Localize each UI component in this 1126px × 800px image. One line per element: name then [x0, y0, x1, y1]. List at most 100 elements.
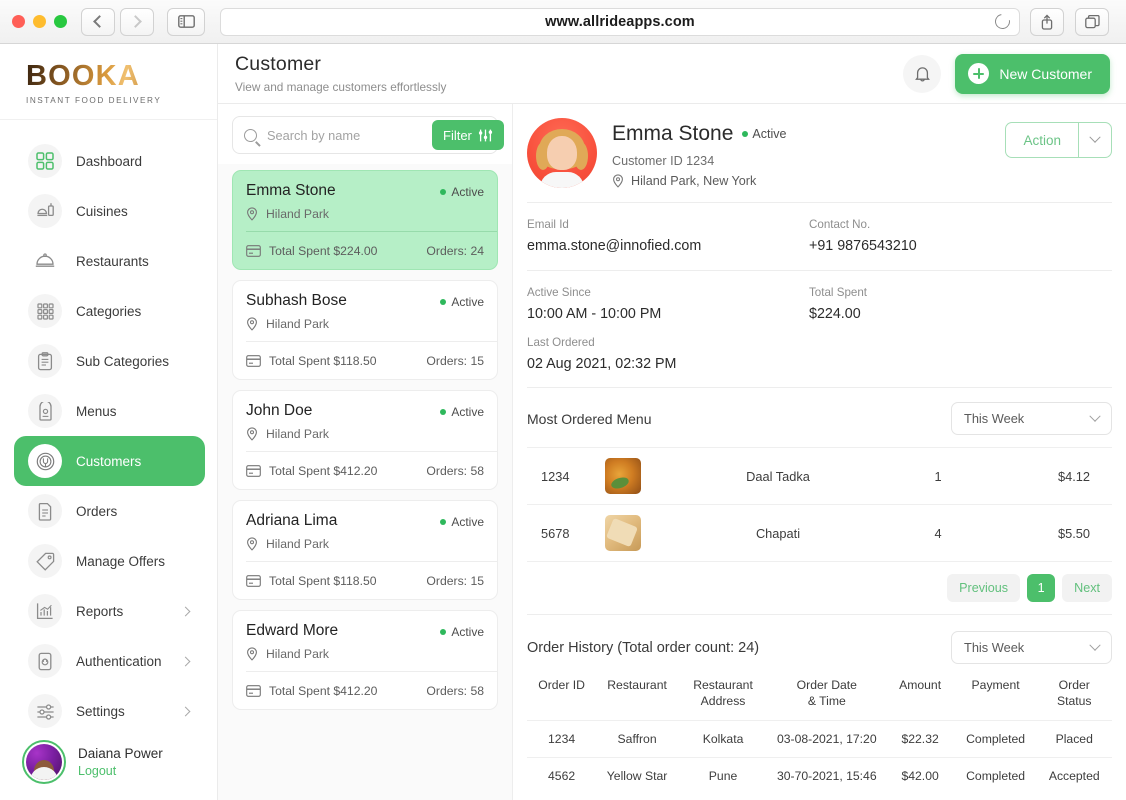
- status-dot-icon: [742, 131, 749, 137]
- total-spent: Total Spent $118.50: [269, 353, 377, 368]
- sidebar-toggle-button[interactable]: [167, 7, 205, 36]
- order-restaurant: Saffron: [596, 719, 678, 758]
- customer-card[interactable]: Subhash Bose Active Hiland Park Total Sp…: [232, 280, 498, 380]
- table-row[interactable]: 4562 Yellow Star Pune 30-70-2021, 15:46 …: [527, 756, 1112, 794]
- table-row[interactable]: 1234 Saffron Kolkata 03-08-2021, 17:20 $…: [527, 719, 1112, 758]
- chevron-down-icon: [1089, 639, 1101, 651]
- browser-toolbar: www.allrideapps.com: [0, 0, 1126, 44]
- logout-link[interactable]: Logout: [78, 764, 163, 778]
- app-root: www.allrideapps.com BOOKA INSTANT FOOD D…: [0, 0, 1126, 800]
- brand-name: BOOKA: [26, 62, 217, 91]
- sidebar-item-restaurants[interactable]: Restaurants: [14, 236, 205, 286]
- search-box[interactable]: Filter: [232, 116, 504, 154]
- brand-logo[interactable]: BOOKA INSTANT FOOD DELIVERY: [0, 44, 217, 120]
- detail-header-text: Emma Stone Active Customer ID 1234 Hilan…: [612, 118, 786, 188]
- sidebar-item-orders[interactable]: Orders: [14, 486, 205, 536]
- pagination-previous-button[interactable]: Previous: [947, 574, 1021, 602]
- pagination-page-1-button[interactable]: 1: [1027, 574, 1056, 602]
- active-since-field: Active Since 10:00 AM - 10:00 PM: [527, 286, 809, 322]
- sidebar-profile[interactable]: Daiana Power Logout: [22, 740, 163, 784]
- new-customer-button[interactable]: New Customer: [955, 53, 1110, 94]
- sidebar-item-customers[interactable]: Customers: [14, 436, 205, 486]
- sidebar-item-label: Reports: [76, 603, 124, 619]
- sidebar-item-cuisines[interactable]: Cuisines: [14, 186, 205, 236]
- order-status: Accepted: [1036, 756, 1112, 794]
- action-caret-button[interactable]: [1078, 122, 1112, 158]
- card-icon: [246, 354, 261, 367]
- sidebar-item-categories[interactable]: Categories: [14, 286, 205, 336]
- detail-customer-id: Customer ID 1234: [612, 154, 715, 168]
- notifications-button[interactable]: [903, 54, 942, 93]
- sidebar-item-settings[interactable]: Settings: [14, 686, 205, 736]
- col-l1: Order ID: [538, 678, 585, 692]
- map-pin-icon: [613, 174, 623, 188]
- menu-item-thumb-cell: [605, 504, 683, 562]
- order-history-header: Order History (Total order count: 24) Th…: [527, 615, 1112, 664]
- status-dot-icon: [440, 189, 447, 195]
- card-top: Subhash Bose Active: [246, 292, 484, 310]
- sidebar-item-manage-offers[interactable]: Manage Offers: [14, 536, 205, 586]
- share-button[interactable]: [1030, 7, 1064, 36]
- location-label: Hiland Park: [266, 207, 329, 221]
- most-ordered-header: Most Ordered Menu This Week: [527, 388, 1112, 435]
- customer-card[interactable]: John Doe Active Hiland Park Total Spent …: [232, 390, 498, 490]
- menu-item-id: 1234: [527, 447, 605, 505]
- column-header-amount: Amount: [886, 672, 955, 720]
- column-header-payment: Payment: [955, 672, 1037, 720]
- active-since-value: 10:00 AM - 10:00 PM: [527, 306, 662, 322]
- customer-card[interactable]: Emma Stone Active Hiland Park Total Spen…: [232, 170, 498, 270]
- address-bar[interactable]: www.allrideapps.com: [220, 7, 1020, 36]
- sidebar-item-reports[interactable]: Reports: [14, 586, 205, 636]
- map-pin-icon: [247, 647, 257, 661]
- total-spent: Total Spent $224.00: [269, 243, 378, 258]
- sidebar-item-menus[interactable]: Menus: [14, 386, 205, 436]
- pagination-next-button[interactable]: Next: [1062, 574, 1112, 602]
- most-ordered-table: 1234 Daal Tadka 1 $4.12 5678 Chapati 4 $…: [527, 447, 1112, 562]
- order-history-period-select[interactable]: This Week: [951, 631, 1112, 664]
- tabs-button[interactable]: [1075, 7, 1109, 36]
- card-bottom: Total Spent $412.20 Orders: 58: [246, 672, 484, 709]
- daal-tadka-photo: [605, 458, 641, 494]
- most-ordered-period-select[interactable]: This Week: [951, 402, 1112, 435]
- tabs-icon: [1084, 14, 1100, 28]
- action-label: Action: [1023, 132, 1061, 148]
- close-window-button[interactable]: [12, 15, 25, 28]
- maximize-window-button[interactable]: [54, 15, 67, 28]
- contact-value: +91 9876543210: [809, 238, 917, 254]
- search-input[interactable]: [257, 127, 432, 143]
- customer-card[interactable]: Edward More Active Hiland Park Total Spe…: [232, 610, 498, 710]
- order-address: Pune: [677, 756, 769, 794]
- profile-name: Daiana Power: [78, 746, 163, 761]
- orders-icon: [28, 494, 62, 528]
- sidebar: BOOKA INSTANT FOOD DELIVERY Dashboard Cu…: [0, 44, 218, 800]
- table-row[interactable]: 5678 Chapati 4 $5.50: [527, 504, 1112, 562]
- page-subtitle: View and manage customers effortlessly: [235, 80, 447, 94]
- customer-detail-panel: Emma Stone Active Customer ID 1234 Hilan…: [513, 104, 1126, 800]
- detail-location-label: Hiland Park, New York: [631, 174, 757, 188]
- sidebar-item-dashboard[interactable]: Dashboard: [14, 136, 205, 186]
- sidebar-item-label: Cuisines: [76, 203, 128, 219]
- menu-item-id: 5678: [527, 504, 605, 562]
- status-dot-icon: [440, 629, 447, 635]
- brand-tagline: INSTANT FOOD DELIVERY: [26, 96, 162, 105]
- customer-card[interactable]: Adriana Lima Active Hiland Park Total Sp…: [232, 500, 498, 600]
- chevron-right-icon: [180, 656, 191, 666]
- reload-icon[interactable]: [992, 11, 1013, 32]
- back-button[interactable]: [81, 7, 115, 36]
- forward-button[interactable]: [120, 7, 154, 36]
- filter-button[interactable]: Filter: [432, 120, 504, 150]
- status-badge: Active: [440, 622, 484, 639]
- table-row[interactable]: 1234 Daal Tadka 1 $4.12: [527, 447, 1112, 505]
- address-bar-url: www.allrideapps.com: [545, 13, 695, 30]
- sidebar-item-sub-categories[interactable]: Sub Categories: [14, 336, 205, 386]
- status-dot-icon: [440, 409, 447, 415]
- order-payment: Completed: [954, 756, 1037, 794]
- table-header-row: Order ID Restaurant Restaurant Address O…: [527, 672, 1112, 720]
- col-l1: Order: [1058, 678, 1090, 692]
- customer-name: Subhash Bose: [246, 292, 347, 309]
- orders-count: Orders: 58: [426, 463, 484, 478]
- action-button[interactable]: Action: [1005, 122, 1078, 158]
- sidebar-item-label: Settings: [76, 703, 125, 719]
- minimize-window-button[interactable]: [33, 15, 46, 28]
- sidebar-item-authentication[interactable]: Authentication: [14, 636, 205, 686]
